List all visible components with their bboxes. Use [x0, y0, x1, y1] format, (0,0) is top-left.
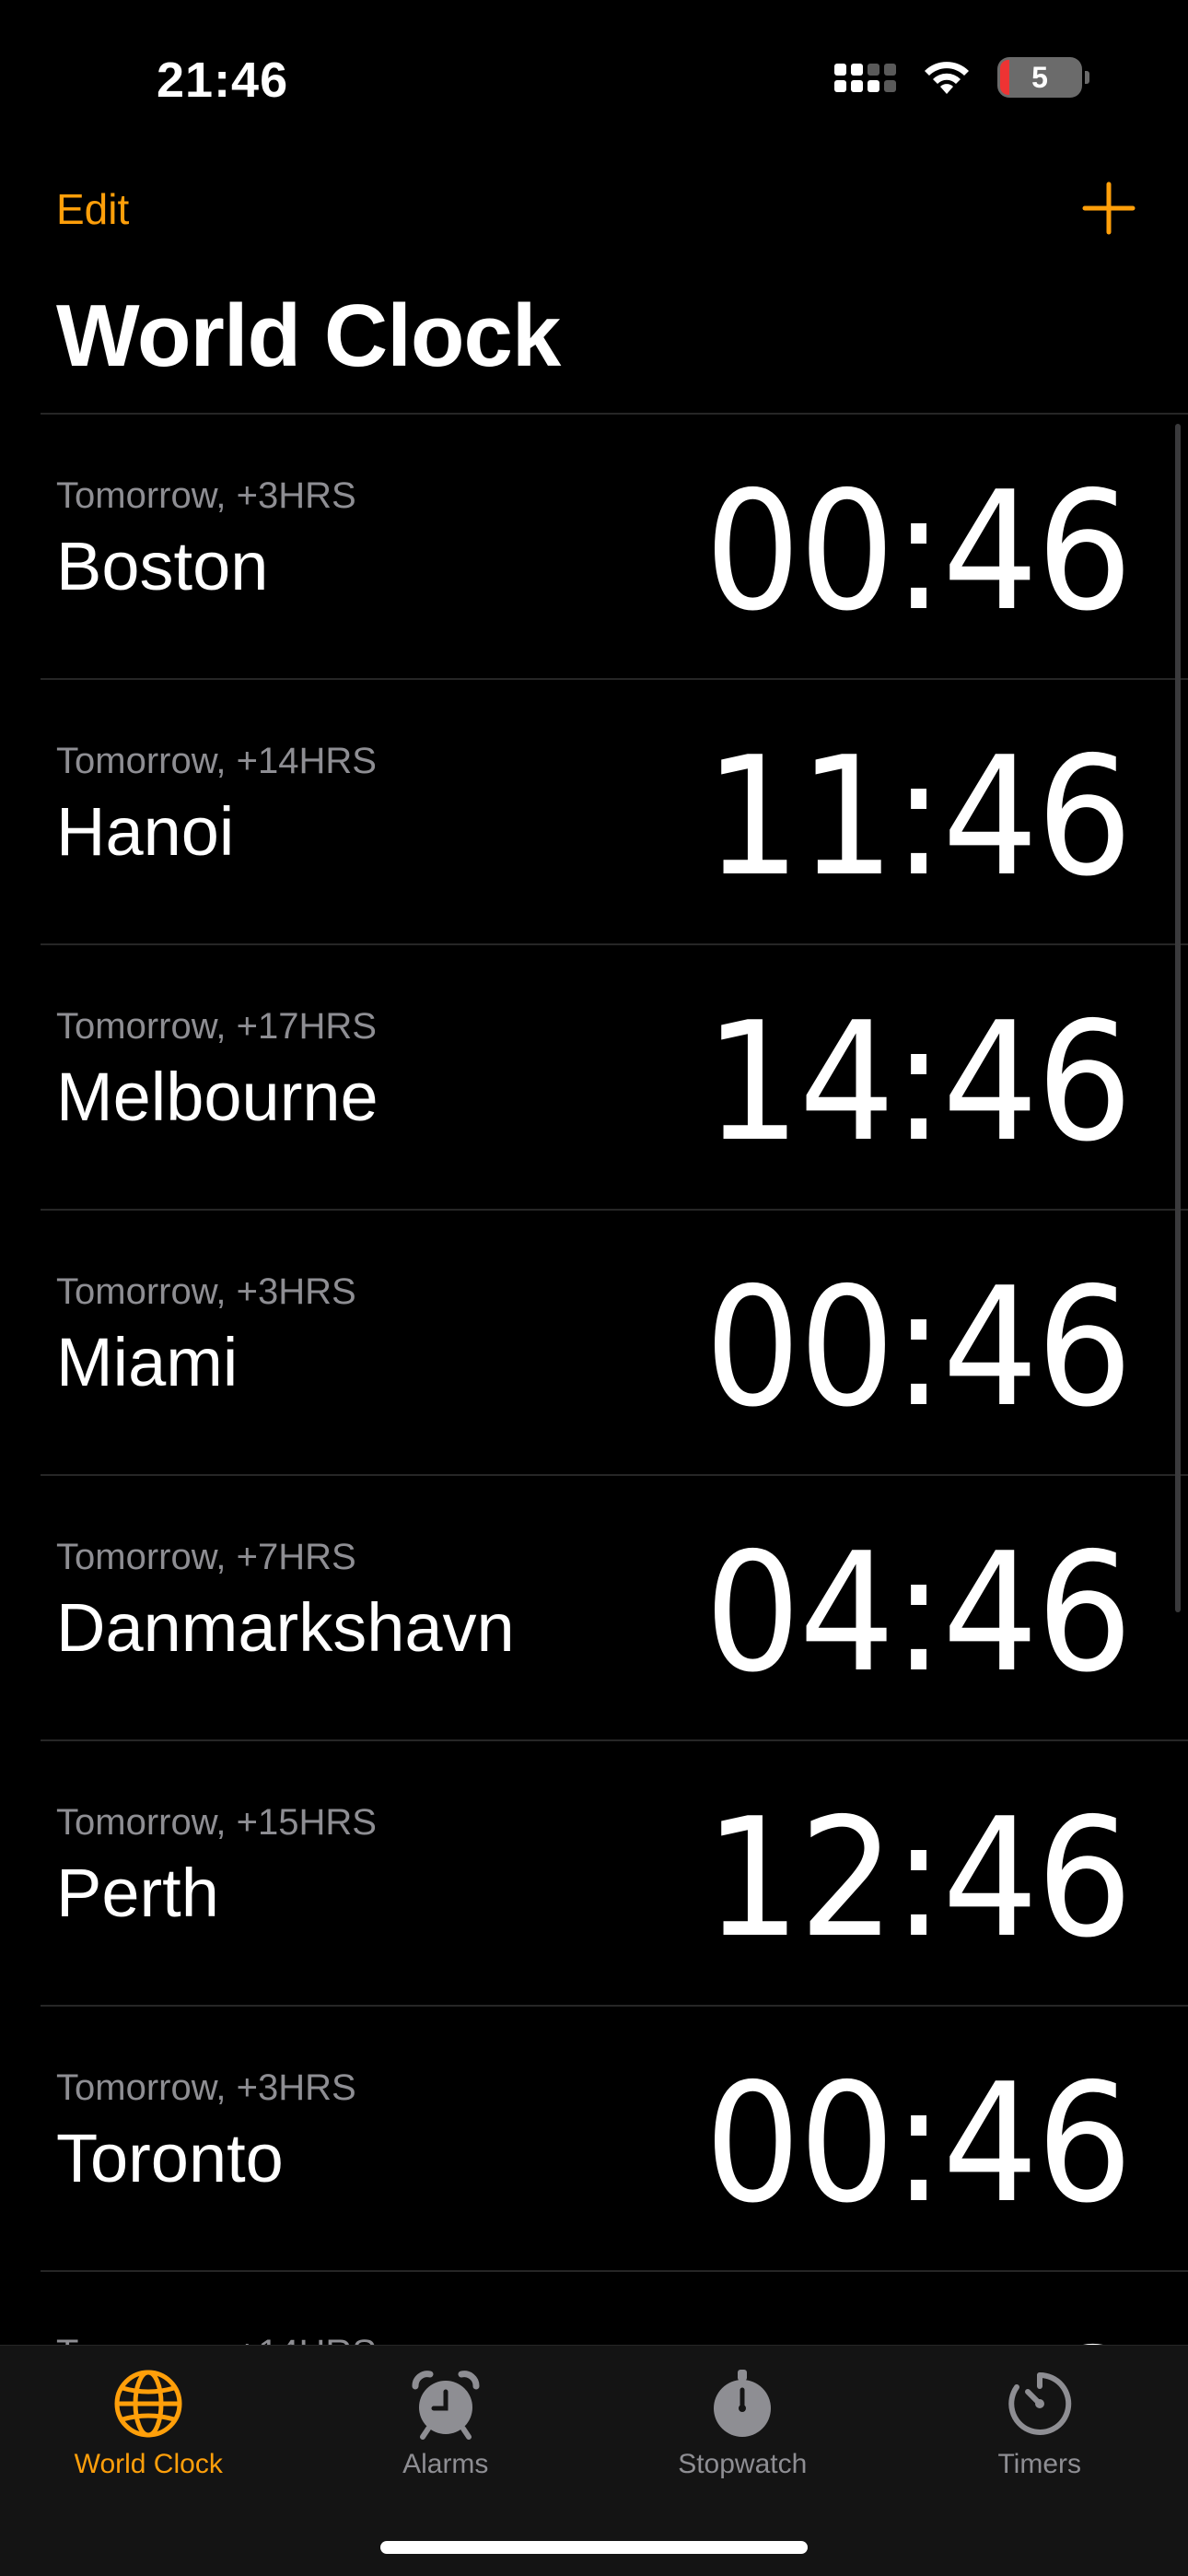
- wifi-icon: [925, 62, 969, 94]
- row-time: 00:46: [705, 2048, 1133, 2239]
- tab-timers[interactable]: Timers: [891, 2346, 1188, 2576]
- battery-level: 5: [1031, 60, 1048, 94]
- row-offset: Tomorrow, +3HRS: [56, 1271, 356, 1312]
- row-offset: Tomorrow, +15HRS: [56, 1802, 377, 1843]
- row-city: Boston: [56, 528, 269, 604]
- home-indicator[interactable]: [380, 2541, 808, 2554]
- row-time: 00:46: [705, 456, 1133, 647]
- row-offset: Tomorrow, +14HRS: [56, 2333, 377, 2345]
- row-city: Melbourne: [56, 1059, 379, 1135]
- status-bar: 21:46 5: [0, 0, 1188, 157]
- row-offset: Tomorrow, +14HRS: [56, 741, 377, 781]
- tab-label: World Clock: [74, 2449, 223, 2479]
- clock-row-partial[interactable]: Tomorrow, +14HRS 11:46: [41, 2272, 1188, 2346]
- row-offset: Tomorrow, +7HRS: [56, 1537, 356, 1577]
- row-offset: Tomorrow, +3HRS: [56, 475, 356, 516]
- battery-icon: 5: [997, 57, 1089, 98]
- clock-list[interactable]: Tomorrow, +3HRS Boston 00:46 Tomorrow, +…: [0, 415, 1188, 2345]
- tab-label: Alarms: [402, 2449, 489, 2479]
- page-title: World Clock: [56, 287, 561, 385]
- row-offset: Tomorrow, +3HRS: [56, 2067, 356, 2108]
- clock-row-hanoi[interactable]: Tomorrow, +14HRS Hanoi 11:46: [41, 680, 1188, 945]
- tab-label: Stopwatch: [678, 2449, 808, 2479]
- tab-world-clock[interactable]: World Clock: [0, 2346, 297, 2576]
- row-time: 12:46: [705, 1783, 1133, 1973]
- scroll-indicator[interactable]: [1175, 424, 1181, 1612]
- row-city: Perth: [56, 1855, 219, 1931]
- clock-row-boston[interactable]: Tomorrow, +3HRS Boston 00:46: [41, 415, 1188, 680]
- status-icons: 5: [834, 57, 1089, 98]
- stopwatch-icon: [714, 2370, 772, 2437]
- edit-button[interactable]: Edit: [56, 184, 129, 234]
- clock-row-miami[interactable]: Tomorrow, +3HRS Miami 00:46: [41, 1211, 1188, 1476]
- row-time: 00:46: [705, 1252, 1133, 1443]
- status-time: 21:46: [157, 53, 289, 108]
- row-city: Hanoi: [56, 793, 235, 870]
- world-clock-screen: 21:46 5 Edit World Clock Tomorrow, +3HRS…: [0, 0, 1188, 2576]
- row-time: 11:46: [705, 2327, 1133, 2346]
- clock-row-toronto[interactable]: Tomorrow, +3HRS Toronto 00:46: [41, 2007, 1188, 2272]
- plus-icon[interactable]: [1081, 181, 1136, 236]
- row-city: Danmarkshavn: [56, 1589, 515, 1666]
- row-city: Toronto: [56, 2120, 284, 2196]
- row-time: 04:46: [705, 1517, 1133, 1708]
- tab-label: Timers: [997, 2449, 1082, 2479]
- alarm-clock-icon: [412, 2371, 480, 2440]
- row-time: 11:46: [705, 721, 1133, 912]
- clock-row-perth[interactable]: Tomorrow, +15HRS Perth 12:46: [41, 1741, 1188, 2007]
- timer-icon: [1008, 2371, 1071, 2435]
- clock-row-melbourne[interactable]: Tomorrow, +17HRS Melbourne 14:46: [41, 945, 1188, 1211]
- signal-icon: [834, 63, 896, 92]
- clock-row-danmarkshavn[interactable]: Tomorrow, +7HRS Danmarkshavn 04:46: [41, 1476, 1188, 1741]
- row-offset: Tomorrow, +17HRS: [56, 1006, 377, 1047]
- row-city: Miami: [56, 1324, 239, 1400]
- row-time: 14:46: [705, 987, 1133, 1177]
- globe-icon: [114, 2370, 182, 2438]
